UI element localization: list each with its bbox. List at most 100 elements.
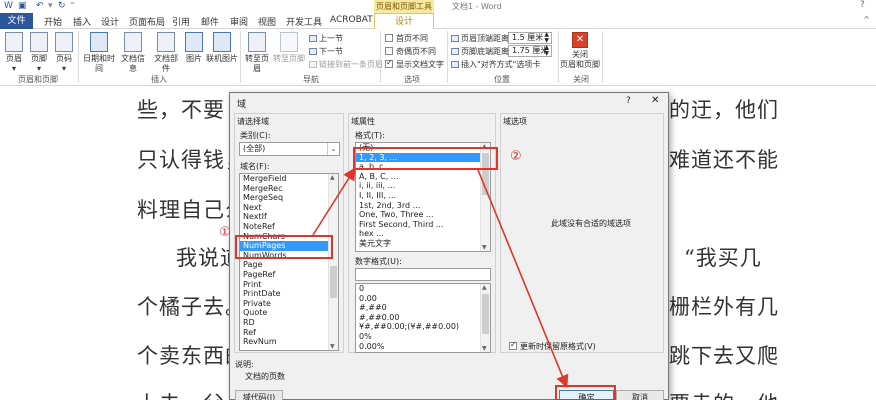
quick-parts-icon <box>157 32 175 52</box>
dialog-help-button[interactable]: ? <box>626 96 631 106</box>
scroll-up-icon[interactable]: ▲ <box>482 284 487 291</box>
link-to-previous-button[interactable]: 链接到前一条页眉 <box>309 59 383 70</box>
scroll-down-icon[interactable]: ▼ <box>330 343 335 350</box>
next-section-button[interactable]: 下一节 <box>309 46 343 57</box>
cancel-button[interactable]: 取消 <box>616 390 664 400</box>
save-icon[interactable]: ▣ <box>18 1 27 11</box>
numeric-format-list[interactable]: 0 0.00 #,##0 #,##0.00 ¥#,##0.00;(¥#,##0.00) 0… <box>355 283 491 353</box>
group-label-close: 关闭 <box>573 75 589 84</box>
list-item[interactable]: A, B, C, ... <box>356 172 490 182</box>
tab-page-layout[interactable]: 页面布局 <box>129 15 165 28</box>
list-item[interactable]: #,##0.00 <box>356 313 490 323</box>
list-item[interactable]: One, Two, Three ... <box>356 210 490 220</box>
undo-icon[interactable]: ↶ <box>36 1 44 11</box>
tab-developer[interactable]: 开发工具 <box>286 15 322 28</box>
list-item[interactable]: Ref <box>240 328 338 338</box>
scroll-down-icon[interactable]: ▼ <box>482 244 487 251</box>
scroll-down-icon[interactable]: ▼ <box>482 345 487 352</box>
footer-button[interactable]: 页脚 ▾ <box>29 32 49 74</box>
odd-even-pages-checkbox[interactable]: 奇偶页不同 <box>385 46 436 57</box>
list-item[interactable]: Quote <box>240 308 338 318</box>
list-item[interactable]: RevNum <box>240 337 338 347</box>
tab-insert[interactable]: 插入 <box>73 15 91 28</box>
list-item[interactable]: #,##0 <box>356 303 490 313</box>
insert-alignment-tab-button[interactable]: 插入"对齐方式"选项卡 <box>451 59 540 70</box>
list-item[interactable]: RD <box>240 318 338 328</box>
quick-parts-button[interactable]: 文档部件 <box>151 32 181 74</box>
list-item[interactable]: MergeRec <box>240 184 338 194</box>
page-number-button[interactable]: 页码 ▾ <box>54 32 74 74</box>
field-names-label: 域名(F): <box>240 162 270 171</box>
goto-header-button[interactable]: 转至页眉 <box>242 32 272 74</box>
header-icon <box>5 32 23 52</box>
goto-footer-button[interactable]: 转至页脚 <box>273 32 305 64</box>
dialog-close-button[interactable]: ✕ <box>651 95 659 106</box>
tab-view[interactable]: 视图 <box>258 15 276 28</box>
redo-icon[interactable]: ↻ <box>58 1 66 11</box>
list-item[interactable]: 0% <box>356 332 490 342</box>
spinner-arrows-icon[interactable]: ▲ ▼ <box>544 45 549 57</box>
footer-bottom-distance-input[interactable]: 1.75 厘米 ▲ ▼ <box>508 45 552 57</box>
scroll-thumb[interactable] <box>330 266 337 298</box>
date-time-label: 日期和时间 <box>83 54 115 73</box>
list-item[interactable]: NoteRef <box>240 222 338 232</box>
scroll-thumb[interactable] <box>482 294 489 334</box>
list-item[interactable]: 0.00 <box>356 294 490 304</box>
list-item[interactable]: 美元文字 <box>356 239 490 249</box>
list-item[interactable]: hex ... <box>356 229 490 239</box>
list-item[interactable]: Next <box>240 203 338 213</box>
list-item[interactable]: Print <box>240 280 338 290</box>
numeric-format-scrollbar[interactable]: ▲ ▼ <box>480 284 490 352</box>
close-header-footer-button[interactable]: ✕ 关闭 页眉和页脚 <box>560 32 600 70</box>
footer-icon <box>30 32 48 52</box>
doc-info-button[interactable]: 文档信息 <box>118 32 148 74</box>
tab-mailings[interactable]: 邮件 <box>201 15 219 28</box>
help-button[interactable]: ? <box>860 0 865 10</box>
field-list-scrollbar[interactable]: ▲ ▼ <box>328 174 338 350</box>
tab-home[interactable]: 开始 <box>44 15 62 28</box>
tab-references[interactable]: 引用 <box>172 15 190 28</box>
list-item[interactable]: 1st, 2nd, 3rd ... <box>356 201 490 211</box>
different-first-page-checkbox[interactable]: 首页不同 <box>385 33 428 44</box>
list-item[interactable]: i, ii, iii, ... <box>356 181 490 191</box>
list-item[interactable]: 0.00% <box>356 342 490 352</box>
field-names-list[interactable]: MergeField MergeRec MergeSeq Next NextIf Note… <box>239 173 339 351</box>
list-item[interactable]: PrintDate <box>240 289 338 299</box>
online-picture-button[interactable]: 联机图片 <box>206 32 238 64</box>
footer-bottom-distance-label-wrap: 页脚底端距离: <box>451 46 512 57</box>
choose-field-label: 请选择域 <box>237 117 269 126</box>
numeric-format-input[interactable] <box>355 268 491 281</box>
header-button[interactable]: 页眉 ▾ <box>4 32 24 74</box>
date-time-button[interactable]: 日期和时间 <box>80 32 118 74</box>
list-item[interactable]: I, II, III, ... <box>356 191 490 201</box>
numeric-format-label: 数字格式(U): <box>355 257 402 266</box>
preserve-format-checkbox[interactable]: 更新时保留原格式(V) <box>509 340 596 352</box>
list-item[interactable]: NextIf <box>240 212 338 222</box>
list-item[interactable]: First Second, Third ... <box>356 220 490 230</box>
list-item[interactable]: ¥#,##0.00;(¥#,##0.00) <box>356 322 490 332</box>
tab-review[interactable]: 审阅 <box>230 15 248 28</box>
header-top-distance-input[interactable]: 1.5 厘米 ▲ ▼ <box>508 32 552 44</box>
scroll-up-icon[interactable]: ▲ <box>330 174 335 181</box>
tab-file[interactable]: 文件 <box>0 13 33 29</box>
chevron-down-icon[interactable]: ⌄ <box>327 143 339 155</box>
list-item[interactable]: Private <box>240 299 338 309</box>
checkbox-box <box>385 47 393 55</box>
list-item[interactable]: PageRef <box>240 270 338 280</box>
list-item[interactable]: MergeField <box>240 174 338 184</box>
list-item[interactable]: Page <box>240 260 338 270</box>
list-item[interactable]: 0 <box>356 284 490 294</box>
show-document-text-checkbox[interactable]: 显示文档文字 <box>385 58 444 70</box>
category-select[interactable]: (全部) ⌄ <box>239 142 340 156</box>
picture-button[interactable]: 图片 <box>184 32 204 64</box>
field-codes-button[interactable]: 域代码(I) <box>235 390 283 400</box>
tab-header-footer-design[interactable]: 设计 <box>374 13 434 30</box>
list-item[interactable]: MergeSeq <box>240 193 338 203</box>
collapse-ribbon-icon[interactable]: ^ <box>863 15 870 24</box>
tab-acrobat[interactable]: ACROBAT <box>330 15 373 25</box>
undo-dropdown-icon[interactable]: ▾ <box>48 1 53 11</box>
tab-design-doc[interactable]: 设计 <box>101 15 119 28</box>
spinner-arrows-icon[interactable]: ▲ ▼ <box>544 32 549 44</box>
customize-qat-icon[interactable]: ⁼ <box>70 1 75 11</box>
prev-section-button[interactable]: 上一节 <box>309 33 343 44</box>
